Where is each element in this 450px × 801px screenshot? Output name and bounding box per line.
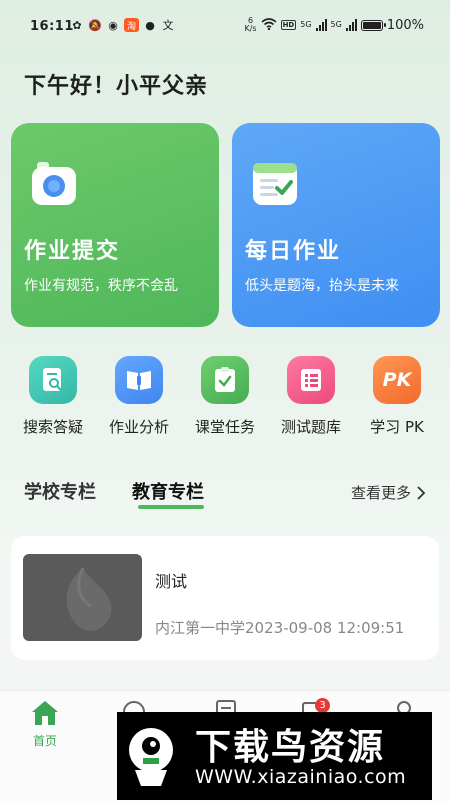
- news-datetime: 2023-09-08 12:09:51: [245, 619, 405, 637]
- chevron-right-icon: [417, 485, 426, 500]
- battery-icon: [360, 19, 386, 31]
- mute-icon: 🔕: [88, 18, 102, 32]
- book-search-icon: [29, 356, 77, 404]
- shortcut-study-pk[interactable]: PK 学习 PK: [357, 356, 437, 437]
- task-icon: [201, 356, 249, 404]
- card-subtitle: 作业有规范，秩序不会乱: [24, 278, 178, 294]
- shortcut-question-bank[interactable]: 测试题库: [271, 356, 351, 437]
- status-time: 16:11: [30, 19, 74, 34]
- tab-education-column[interactable]: 教育专栏: [132, 478, 204, 509]
- shortcut-label: 测试题库: [280, 418, 341, 436]
- news-source: 内江第一中学: [155, 619, 246, 637]
- watermark-overlay: 下载鸟资源 WWW.xiazainiao.com: [117, 712, 432, 800]
- news-meta: 内江第一中学2023-09-08 12:09:51: [155, 617, 404, 638]
- watermark-title: 下载鸟资源: [195, 727, 386, 768]
- notification-icons: ✿ 🔕 ◉ 淘 ● 文: [70, 18, 175, 32]
- status-bar: 16:11 ✿ 🔕 ◉ 淘 ● 文 6 K/s HD 5G 5G 100%: [0, 0, 450, 52]
- open-book-icon: [115, 356, 163, 404]
- news-title: 测试: [155, 572, 188, 591]
- greeting-title: 下午好！小平父亲: [24, 74, 209, 99]
- camera-icon: [32, 162, 76, 205]
- news-item[interactable]: 测试 内江第一中学2023-09-08 12:09:51: [11, 536, 439, 660]
- watermark-url: WWW.xiazainiao.com: [195, 766, 407, 788]
- view-more-label: 查看更多: [350, 484, 411, 502]
- translate-icon: 文: [162, 19, 174, 32]
- placeholder-logo-icon: [66, 567, 112, 631]
- checklist-icon: [253, 163, 297, 205]
- shortcut-label: 作业分析: [108, 418, 169, 436]
- shortcut-class-task[interactable]: 课堂任务: [185, 356, 265, 437]
- shortcut-label: 课堂任务: [194, 418, 255, 436]
- view-more-link[interactable]: 查看更多: [351, 482, 426, 503]
- column-tabs: 学校专栏 教育专栏 查看更多: [24, 478, 428, 509]
- notification-badge: 3: [315, 698, 330, 713]
- signal-bars-1-icon: [315, 19, 327, 31]
- battery-percent: 100%: [386, 17, 424, 33]
- wifi-icon: [261, 17, 277, 33]
- card-title: 作业提交: [24, 239, 121, 264]
- signal-label-1: 5G: [300, 20, 312, 29]
- signal-label-2: 5G: [330, 20, 342, 29]
- news-thumbnail: [23, 554, 142, 641]
- home-icon: [32, 701, 58, 725]
- system-indicators: 6 K/s HD 5G 5G 100%: [244, 17, 424, 33]
- card-subtitle: 低头是题海，抬头是未来: [245, 278, 399, 294]
- bird-logo-icon: [129, 728, 173, 786]
- nav-label: 首页: [32, 734, 57, 748]
- wechat-icon: ◉: [108, 18, 118, 32]
- gear-notification-icon: ✿: [72, 18, 82, 32]
- tab-school-column[interactable]: 学校专栏: [24, 478, 96, 504]
- shortcut-label: 搜索答疑: [22, 418, 83, 436]
- hd-icon: HD: [280, 20, 297, 30]
- signal-bars-2-icon: [345, 19, 357, 31]
- net-speed: 6 K/s: [244, 16, 257, 33]
- shortcut-search-qa[interactable]: 搜索答疑: [13, 356, 93, 437]
- shortcut-label: 学习 PK: [370, 418, 424, 436]
- homework-submit-card[interactable]: 作业提交 作业有规范，秩序不会乱: [11, 123, 219, 327]
- taobao-icon: 淘: [124, 18, 139, 32]
- pk-icon: PK: [373, 356, 421, 404]
- shortcut-homework-analysis[interactable]: 作业分析: [99, 356, 179, 437]
- chat-bubble-icon: ●: [145, 18, 155, 32]
- question-bank-icon: [287, 356, 335, 404]
- shortcut-grid: 搜索答疑 作业分析 课堂任务 测试题库 PK 学习 PK: [0, 356, 450, 446]
- nav-home[interactable]: 首页: [15, 699, 75, 749]
- card-title: 每日作业: [245, 239, 342, 264]
- daily-homework-card[interactable]: 每日作业 低头是题海，抬头是未来: [232, 123, 440, 327]
